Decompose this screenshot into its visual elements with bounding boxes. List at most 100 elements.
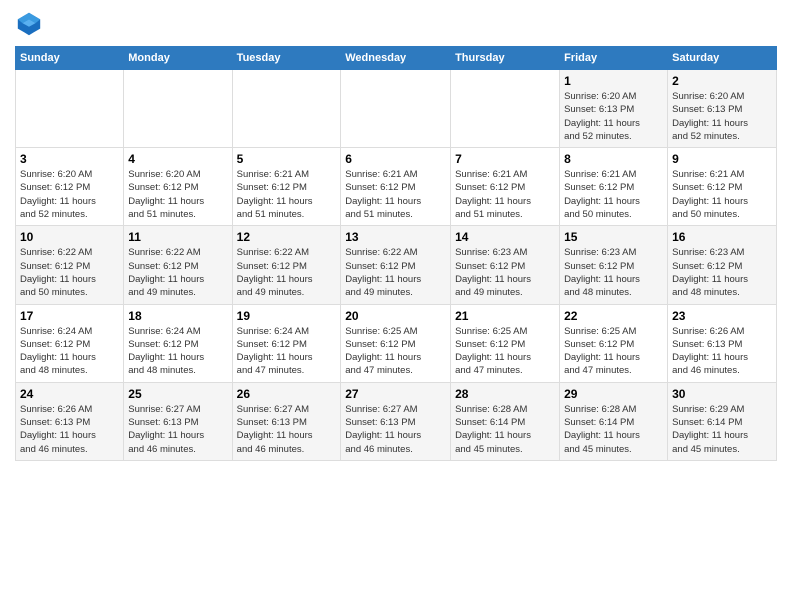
day-number: 30 [672,387,772,401]
day-number: 6 [345,152,446,166]
main-container: SundayMondayTuesdayWednesdayThursdayFrid… [0,0,792,471]
day-info: Sunrise: 6:20 AMSunset: 6:13 PMDaylight:… [564,90,663,143]
day-cell: 30 Sunrise: 6:29 AMSunset: 6:14 PMDayligh… [668,382,777,460]
day-number: 23 [672,309,772,323]
day-number: 5 [237,152,337,166]
logo-icon [15,10,43,38]
calendar-body: 1 Sunrise: 6:20 AMSunset: 6:13 PMDaylight… [16,70,777,461]
day-number: 25 [128,387,227,401]
day-info: Sunrise: 6:22 AMSunset: 6:12 PMDaylight:… [20,246,119,299]
day-number: 16 [672,230,772,244]
header [15,10,777,38]
day-number: 14 [455,230,555,244]
day-number: 15 [564,230,663,244]
day-info: Sunrise: 6:28 AMSunset: 6:14 PMDaylight:… [564,403,663,456]
day-number: 1 [564,74,663,88]
day-number: 8 [564,152,663,166]
day-number: 12 [237,230,337,244]
day-cell: 12 Sunrise: 6:22 AMSunset: 6:12 PMDayligh… [232,226,341,304]
day-cell: 21 Sunrise: 6:25 AMSunset: 6:12 PMDayligh… [451,304,560,382]
day-cell: 13 Sunrise: 6:22 AMSunset: 6:12 PMDayligh… [341,226,451,304]
day-info: Sunrise: 6:29 AMSunset: 6:14 PMDaylight:… [672,403,772,456]
week-row-3: 17 Sunrise: 6:24 AMSunset: 6:12 PMDayligh… [16,304,777,382]
day-cell: 8 Sunrise: 6:21 AMSunset: 6:12 PMDaylight… [560,148,668,226]
day-cell: 3 Sunrise: 6:20 AMSunset: 6:12 PMDaylight… [16,148,124,226]
day-info: Sunrise: 6:21 AMSunset: 6:12 PMDaylight:… [672,168,772,221]
day-cell [451,70,560,148]
day-info: Sunrise: 6:21 AMSunset: 6:12 PMDaylight:… [237,168,337,221]
day-number: 3 [20,152,119,166]
logo [15,10,47,38]
day-cell [16,70,124,148]
day-number: 28 [455,387,555,401]
day-info: Sunrise: 6:24 AMSunset: 6:12 PMDaylight:… [20,325,119,378]
day-info: Sunrise: 6:28 AMSunset: 6:14 PMDaylight:… [455,403,555,456]
day-cell: 7 Sunrise: 6:21 AMSunset: 6:12 PMDaylight… [451,148,560,226]
day-number: 4 [128,152,227,166]
day-number: 18 [128,309,227,323]
day-number: 24 [20,387,119,401]
day-cell: 4 Sunrise: 6:20 AMSunset: 6:12 PMDaylight… [124,148,232,226]
header-cell-thursday: Thursday [451,47,560,70]
day-info: Sunrise: 6:27 AMSunset: 6:13 PMDaylight:… [237,403,337,456]
day-number: 27 [345,387,446,401]
header-row: SundayMondayTuesdayWednesdayThursdayFrid… [16,47,777,70]
day-cell [232,70,341,148]
day-info: Sunrise: 6:25 AMSunset: 6:12 PMDaylight:… [455,325,555,378]
week-row-0: 1 Sunrise: 6:20 AMSunset: 6:13 PMDaylight… [16,70,777,148]
day-info: Sunrise: 6:23 AMSunset: 6:12 PMDaylight:… [455,246,555,299]
day-info: Sunrise: 6:21 AMSunset: 6:12 PMDaylight:… [564,168,663,221]
day-number: 21 [455,309,555,323]
calendar-table: SundayMondayTuesdayWednesdayThursdayFrid… [15,46,777,461]
day-number: 9 [672,152,772,166]
day-number: 29 [564,387,663,401]
day-cell: 24 Sunrise: 6:26 AMSunset: 6:13 PMDayligh… [16,382,124,460]
day-cell: 27 Sunrise: 6:27 AMSunset: 6:13 PMDayligh… [341,382,451,460]
day-info: Sunrise: 6:25 AMSunset: 6:12 PMDaylight:… [564,325,663,378]
day-info: Sunrise: 6:22 AMSunset: 6:12 PMDaylight:… [128,246,227,299]
day-cell [341,70,451,148]
day-cell: 28 Sunrise: 6:28 AMSunset: 6:14 PMDayligh… [451,382,560,460]
day-cell [124,70,232,148]
header-cell-tuesday: Tuesday [232,47,341,70]
day-info: Sunrise: 6:24 AMSunset: 6:12 PMDaylight:… [128,325,227,378]
header-cell-monday: Monday [124,47,232,70]
day-info: Sunrise: 6:21 AMSunset: 6:12 PMDaylight:… [455,168,555,221]
day-cell: 6Sunrise: 6:21 AMSunset: 6:12 PMDaylight… [341,148,451,226]
day-info: Sunrise: 6:23 AMSunset: 6:12 PMDaylight:… [672,246,772,299]
day-number: 13 [345,230,446,244]
day-cell: 16 Sunrise: 6:23 AMSunset: 6:12 PMDayligh… [668,226,777,304]
day-number: 2 [672,74,772,88]
day-info: Sunrise: 6:27 AMSunset: 6:13 PMDaylight:… [128,403,227,456]
day-cell: 17 Sunrise: 6:24 AMSunset: 6:12 PMDayligh… [16,304,124,382]
day-cell: 19 Sunrise: 6:24 AMSunset: 6:12 PMDayligh… [232,304,341,382]
day-number: 19 [237,309,337,323]
day-number: 11 [128,230,227,244]
day-cell: 25 Sunrise: 6:27 AMSunset: 6:13 PMDayligh… [124,382,232,460]
day-number: 7 [455,152,555,166]
day-info: Sunrise: 6:22 AMSunset: 6:12 PMDaylight:… [345,246,446,299]
day-cell: 1 Sunrise: 6:20 AMSunset: 6:13 PMDaylight… [560,70,668,148]
day-info: Sunrise: 6:26 AMSunset: 6:13 PMDaylight:… [20,403,119,456]
day-number: 20 [345,309,446,323]
day-cell: 23 Sunrise: 6:26 AMSunset: 6:13 PMDayligh… [668,304,777,382]
day-cell: 10 Sunrise: 6:22 AMSunset: 6:12 PMDayligh… [16,226,124,304]
day-info: Sunrise: 6:26 AMSunset: 6:13 PMDaylight:… [672,325,772,378]
day-info: Sunrise: 6:27 AMSunset: 6:13 PMDaylight:… [345,403,446,456]
day-cell: 29 Sunrise: 6:28 AMSunset: 6:14 PMDayligh… [560,382,668,460]
day-number: 10 [20,230,119,244]
week-row-1: 3 Sunrise: 6:20 AMSunset: 6:12 PMDaylight… [16,148,777,226]
day-info: Sunrise: 6:22 AMSunset: 6:12 PMDaylight:… [237,246,337,299]
week-row-2: 10 Sunrise: 6:22 AMSunset: 6:12 PMDayligh… [16,226,777,304]
day-cell: 5 Sunrise: 6:21 AMSunset: 6:12 PMDaylight… [232,148,341,226]
day-info: Sunrise: 6:20 AMSunset: 6:12 PMDaylight:… [20,168,119,221]
day-cell: 26 Sunrise: 6:27 AMSunset: 6:13 PMDayligh… [232,382,341,460]
day-info: Sunrise: 6:23 AMSunset: 6:12 PMDaylight:… [564,246,663,299]
day-info: Sunrise: 6:24 AMSunset: 6:12 PMDaylight:… [237,325,337,378]
day-number: 26 [237,387,337,401]
day-cell: 9 Sunrise: 6:21 AMSunset: 6:12 PMDaylight… [668,148,777,226]
day-number: 17 [20,309,119,323]
day-info: Sunrise: 6:20 AMSunset: 6:12 PMDaylight:… [128,168,227,221]
day-cell: 20Sunrise: 6:25 AMSunset: 6:12 PMDayligh… [341,304,451,382]
header-cell-sunday: Sunday [16,47,124,70]
